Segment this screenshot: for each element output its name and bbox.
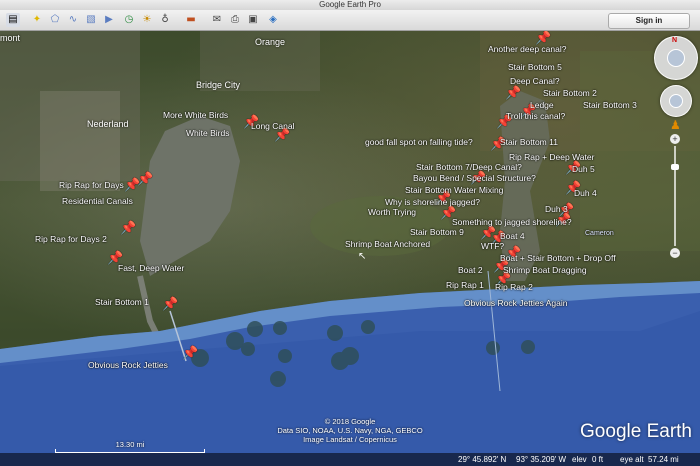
compass-control[interactable]: N: [654, 36, 698, 80]
placemark-label[interactable]: Duh 4: [574, 188, 597, 198]
placemark-label[interactable]: WTF?: [481, 241, 504, 251]
attribution-copyright: © 2018 Google: [324, 417, 376, 426]
elevation-readout: 0 ft: [592, 455, 604, 464]
placemark-label[interactable]: Worth Trying: [368, 207, 416, 217]
pushpin-icon[interactable]: 📌: [124, 178, 140, 191]
placemark-label[interactable]: Deep Canal?: [510, 76, 560, 86]
placemark-label[interactable]: Rip Rap 2: [495, 282, 533, 292]
pushpin-icon[interactable]: 📌: [505, 86, 521, 99]
placemark-label[interactable]: Duh 3: [545, 204, 568, 214]
pushpin-icon[interactable]: 📌: [535, 31, 551, 44]
placemark-label[interactable]: Obvious Rock Jetties: [88, 360, 168, 370]
status-bar: 29° 45.892' N 93° 35.209' W elev 0 ft ey…: [0, 453, 700, 466]
eye-alt-readout: 57.24 mi: [648, 455, 679, 464]
placemark-label[interactable]: Rip Rap + Deep Water: [509, 152, 594, 162]
town-label-bridge-city: Bridge City: [196, 80, 241, 90]
zoom-out-icon[interactable]: −: [670, 248, 680, 258]
town-label-orange: Orange: [255, 37, 286, 47]
placemark-label[interactable]: Stair Bottom 2: [543, 88, 597, 98]
placemark-label[interactable]: good fall spot on falling tide?: [365, 137, 473, 147]
longitude-readout: 93° 35.209' W: [516, 455, 567, 464]
placemark-label[interactable]: Shrimp Boat Dragging: [503, 265, 587, 275]
save-image-icon[interactable]: ▣: [246, 13, 260, 27]
polygon-icon[interactable]: ⬠: [48, 13, 62, 27]
placemark-label[interactable]: Residential Canals: [62, 196, 133, 206]
tour-icon[interactable]: ▶: [102, 13, 116, 27]
placemark-label[interactable]: Bayou Bend / Special Structure?: [413, 173, 536, 183]
path-icon[interactable]: ∿: [66, 13, 80, 27]
attribution: © 2018 Google Data SIO, NOAA, U.S. Navy,…: [250, 417, 450, 444]
street-view-pegman-icon[interactable]: ♟: [670, 118, 681, 132]
placemark-label[interactable]: Boat 4: [500, 231, 525, 241]
earth-map-view[interactable]: mont Orange Bridge City Nederland 📌 📌 📌 …: [0, 31, 700, 466]
eye-alt-label: eye alt: [620, 455, 644, 464]
placemark-label[interactable]: Troll this canal?: [506, 111, 565, 121]
zoom-in-icon[interactable]: +: [670, 134, 680, 144]
move-joystick[interactable]: [669, 94, 683, 108]
sidebar-icon[interactable]: ▤: [6, 13, 20, 27]
overlay-icon[interactable]: ▧: [84, 13, 98, 27]
zoom-slider[interactable]: + −: [670, 134, 680, 259]
placemark-label[interactable]: Stair Bottom 3: [583, 100, 637, 110]
town-label-port: mont: [0, 33, 21, 43]
placemark-label[interactable]: Another deep canal?: [488, 44, 566, 54]
pushpin-icon[interactable]: 📌: [120, 221, 136, 234]
ruler-icon[interactable]: ▬: [184, 13, 198, 27]
attribution-image: Image Landsat / Copernicus: [303, 435, 397, 444]
north-icon: N: [672, 37, 678, 44]
placemark-label[interactable]: Stair Bottom 7/Deep Canal?: [416, 162, 522, 172]
placemark-label[interactable]: More White Birds: [163, 110, 228, 120]
look-joystick[interactable]: [667, 49, 685, 67]
cursor-icon: ↖: [358, 251, 367, 262]
scale-label: 13.30 mi: [115, 440, 145, 449]
sign-in-button[interactable]: Sign in: [608, 13, 690, 29]
map-label-cameron: Cameron: [585, 230, 614, 237]
placemark-label[interactable]: Stair Bottom 11: [500, 137, 558, 147]
move-control[interactable]: [660, 85, 692, 117]
print-icon[interactable]: ⎙: [228, 13, 242, 27]
google-earth-logo: Google Earth: [580, 421, 692, 442]
placemark-label[interactable]: Fast, Deep Water: [118, 263, 184, 273]
placemark-label[interactable]: Rip Rap for Days 2: [35, 234, 107, 244]
placemark-label[interactable]: Obvious Rock Jetties Again: [464, 298, 567, 308]
placemark-label[interactable]: Shrimp Boat Anchored: [345, 239, 430, 249]
town-label-nederland: Nederland: [87, 119, 129, 129]
window-title: Google Earth Pro: [0, 0, 700, 10]
sunlight-icon[interactable]: ☀: [140, 13, 154, 27]
placemark-label[interactable]: Duh 5: [572, 164, 595, 174]
placemark-label[interactable]: Why is shoreline jagged?: [385, 197, 480, 207]
zoom-track[interactable]: [674, 146, 676, 246]
planets-icon[interactable]: ♁: [158, 13, 172, 27]
email-icon[interactable]: ✉: [210, 13, 224, 27]
maps-icon[interactable]: ◈: [266, 13, 280, 27]
placemark-label[interactable]: Long Canal: [251, 121, 294, 131]
placemark-label[interactable]: Rip Rap for Days: [59, 180, 124, 190]
scale-bar: 13.30 mi: [55, 440, 205, 453]
latitude-readout: 29° 45.892' N: [458, 455, 507, 464]
zoom-thumb[interactable]: [671, 164, 679, 170]
placemark-label[interactable]: Stair Bottom Water Mixing: [405, 185, 503, 195]
placemark-label[interactable]: Stair Bottom 1: [95, 297, 149, 307]
placemark-label[interactable]: Something to jagged shoreline?: [452, 217, 572, 227]
placemark-label[interactable]: Ledge: [530, 100, 554, 110]
placemark-label[interactable]: White Birds: [186, 128, 229, 138]
elevation-label: elev: [572, 455, 587, 464]
toolbar: ▤ ✦ ⬠ ∿ ▧ ▶ ◷ ☀ ♁ ▬ ✉ ⎙ ▣ ◈ Sign in: [0, 10, 700, 31]
placemark-label[interactable]: Stair Bottom 5: [508, 62, 562, 72]
pushpin-icon[interactable]: 📌: [182, 346, 198, 359]
pushpin-icon[interactable]: 📌: [162, 297, 178, 310]
placemark-icon[interactable]: ✦: [30, 13, 44, 27]
attribution-data: Data SIO, NOAA, U.S. Navy, NGA, GEBCO: [277, 426, 423, 435]
placemark-label[interactable]: Stair Bottom 9: [410, 227, 464, 237]
placemark-label[interactable]: Boat + Stair Bottom + Drop Off: [500, 253, 616, 263]
placemark-label[interactable]: Rip Rap 1: [446, 280, 484, 290]
placemark-label[interactable]: Boat 2: [458, 265, 483, 275]
historical-imagery-icon[interactable]: ◷: [122, 13, 136, 27]
